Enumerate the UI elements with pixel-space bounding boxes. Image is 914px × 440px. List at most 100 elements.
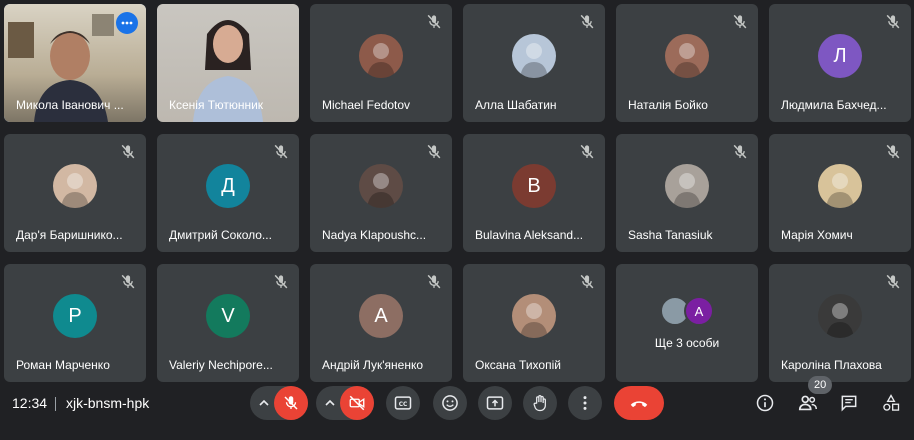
participant-grid: Микола Іванович ... Ксенія Тютюнник Michae… — [4, 4, 911, 382]
participant-tile[interactable]: Марія Хомич — [769, 134, 911, 252]
camera-control — [316, 386, 374, 420]
participant-name: Ксенія Тютюнник — [169, 98, 264, 112]
svg-text:CC: CC — [399, 402, 408, 408]
bottom-toolbar: 12:34 xjk-bnsm-hpk CC 20 — [0, 376, 914, 440]
avatar: Л — [818, 34, 862, 78]
mic-off-icon — [886, 144, 900, 159]
avatar — [359, 164, 403, 208]
participant-count-badge: 20 — [808, 376, 833, 394]
avatar — [818, 164, 862, 208]
participant-tile[interactable]: Michael Fedotov — [310, 4, 452, 122]
captions-button[interactable]: CC — [386, 386, 420, 420]
hand-icon — [533, 395, 546, 412]
clock: 12:34 — [12, 395, 48, 411]
participant-name: Роман Марченко — [16, 358, 110, 372]
participant-name: Оксана Тихопій — [475, 358, 561, 372]
more-horizontal-icon — [121, 21, 133, 25]
mic-off-icon — [427, 14, 441, 29]
mic-off-icon — [121, 274, 135, 289]
reactions-button[interactable] — [433, 386, 467, 420]
avatar — [359, 34, 403, 78]
meeting-code: xjk-bnsm-hpk — [66, 395, 150, 411]
avatar — [818, 294, 862, 338]
present-button[interactable] — [478, 386, 512, 420]
participant-tile[interactable]: Nadya Klapoushc... — [310, 134, 452, 252]
mic-off-icon — [733, 14, 747, 29]
participant-tile[interactable]: B Bulavina Aleksand... — [463, 134, 605, 252]
avatar — [512, 294, 556, 338]
separator — [55, 397, 56, 411]
participant-tile[interactable]: V Valeriy Nechiporе... — [157, 264, 299, 382]
participant-name: Алла Шабатин — [475, 98, 557, 112]
participant-name: Наталія Бойко — [628, 98, 708, 112]
participant-name: Марія Хомич — [781, 228, 853, 242]
avatar — [665, 34, 709, 78]
mic-off-icon — [284, 396, 298, 410]
participant-name: Ще 3 особи — [654, 336, 720, 350]
participant-name: Sasha Tanasiuk — [628, 228, 713, 242]
leave-call-button[interactable] — [614, 386, 664, 420]
avatar: A — [359, 294, 403, 338]
mic-off-icon — [886, 274, 900, 289]
participant-name: Valeriy Nechiporе... — [169, 358, 273, 372]
participant-tile[interactable]: Кароліна Плахова — [769, 264, 911, 382]
chevron-up-icon[interactable] — [258, 397, 270, 409]
avatar: Д — [206, 164, 250, 208]
people-icon — [798, 395, 817, 411]
avatar: V — [206, 294, 250, 338]
participant-name: Michael Fedotov — [322, 98, 411, 112]
mic-off-icon — [886, 14, 900, 29]
participant-name: Nadya Klapoushc... — [322, 228, 427, 242]
mic-off-icon — [427, 144, 441, 159]
participant-tile[interactable]: A Ще 3 особи — [616, 264, 758, 382]
activities-button[interactable] — [878, 390, 904, 416]
raise-hand-button[interactable] — [523, 386, 557, 420]
avatar — [53, 164, 97, 208]
grouped-avatars: A — [660, 296, 714, 326]
meeting-details-button[interactable] — [752, 390, 778, 416]
chevron-up-icon[interactable] — [324, 397, 336, 409]
mic-off-icon — [580, 274, 594, 289]
more-options-button[interactable] — [116, 12, 138, 34]
mic-pill — [250, 386, 308, 420]
mic-off-icon — [427, 274, 441, 289]
participant-tile[interactable]: Ксенія Тютюнник — [157, 4, 299, 122]
participant-tile[interactable]: Алла Шабатин — [463, 4, 605, 122]
participant-tile[interactable]: Р Роман Марченко — [4, 264, 146, 382]
participant-tile[interactable]: Дар'я Баришнико... — [4, 134, 146, 252]
participant-tile[interactable]: Л Людмила Бахчед... — [769, 4, 911, 122]
mic-off-icon — [580, 14, 594, 29]
participant-tile[interactable]: Наталія Бойко — [616, 4, 758, 122]
mic-off-icon — [580, 144, 594, 159]
more-vertical-icon — [583, 396, 587, 410]
closed-captions-icon: CC — [394, 396, 412, 410]
participant-name: Микола Іванович ... — [16, 98, 124, 112]
avatar: Р — [53, 294, 97, 338]
camera-off-icon — [349, 395, 365, 411]
participant-name: Дмитрий Соколо... — [169, 228, 272, 242]
participant-name: Bulavina Aleksand... — [475, 228, 584, 242]
emoji-icon — [442, 395, 458, 411]
chat-button[interactable] — [836, 390, 862, 416]
participant-name: Дар'я Баришнико... — [16, 228, 123, 242]
avatar — [512, 34, 556, 78]
participant-tile[interactable]: Оксана Тихопій — [463, 264, 605, 382]
participant-tile[interactable]: Д Дмитрий Соколо... — [157, 134, 299, 252]
mic-off-icon — [121, 144, 135, 159]
participant-name: Андрій Лук'яненко — [322, 358, 424, 372]
participant-tile[interactable]: Микола Іванович ... — [4, 4, 146, 122]
hang-up-icon — [630, 401, 648, 408]
more-options-button[interactable] — [568, 386, 602, 420]
participant-tile[interactable]: Sasha Tanasiuk — [616, 134, 758, 252]
mic-toggle-button[interactable] — [274, 386, 308, 420]
avatar: B — [512, 164, 556, 208]
mic-control — [250, 386, 308, 420]
participant-tile[interactable]: A Андрій Лук'яненко — [310, 264, 452, 382]
info-icon — [756, 394, 774, 412]
camera-pill — [316, 386, 374, 420]
camera-toggle-button[interactable] — [340, 386, 374, 420]
avatar — [665, 164, 709, 208]
participant-name: Людмила Бахчед... — [781, 98, 887, 112]
present-screen-icon — [486, 396, 504, 410]
avatar: A — [684, 296, 714, 326]
